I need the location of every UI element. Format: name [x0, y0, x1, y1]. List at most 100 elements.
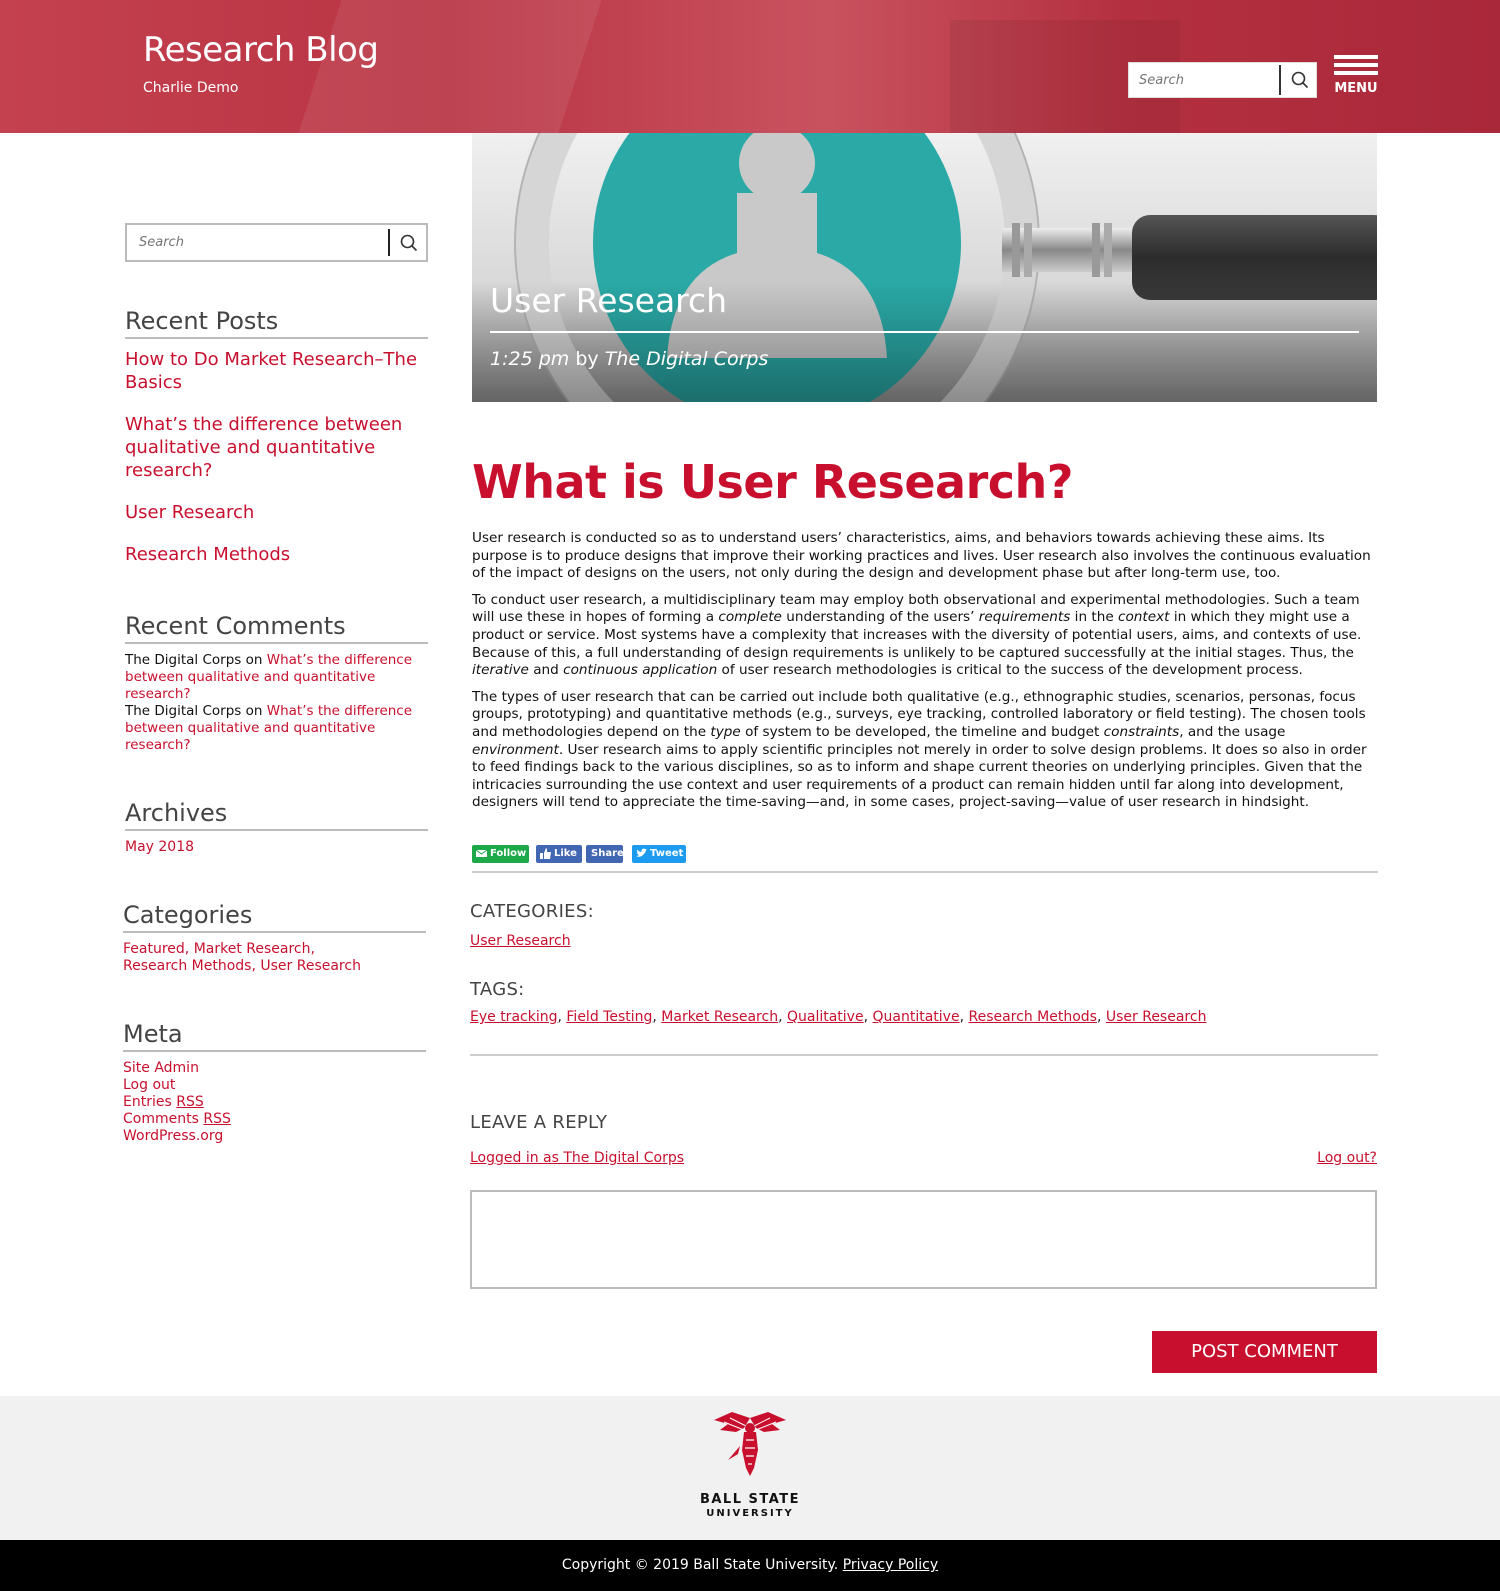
follow-button[interactable]: Follow: [472, 845, 529, 863]
site-header: Research Blog Charlie Demo MENU: [0, 0, 1500, 133]
tag-link[interactable]: Market Research: [661, 1009, 778, 1025]
hamburger-icon: [1334, 63, 1378, 67]
recent-post-link[interactable]: User Research: [125, 501, 430, 524]
archives-title: Archives: [125, 798, 428, 831]
text-run: , and the usage: [1179, 723, 1286, 740]
tag-link[interactable]: User Research: [1106, 1009, 1207, 1025]
site-title[interactable]: Research Blog: [143, 30, 379, 70]
meta-link-entries-rss[interactable]: Entries RSS: [123, 1094, 231, 1111]
emphasis: iterative: [472, 662, 529, 679]
logout-link[interactable]: Log out?: [1317, 1150, 1377, 1166]
post-comment-button[interactable]: POST COMMENT: [1152, 1331, 1377, 1373]
emphasis: environment: [472, 741, 559, 758]
category-link[interactable]: User Research: [470, 933, 571, 949]
tag-link[interactable]: Qualitative: [787, 1009, 864, 1025]
featured-hero: User Research 1:25 pm by The Digital Cor…: [472, 133, 1377, 402]
copyright-text: Copyright © 2019 Ball State University.: [561, 1557, 839, 1573]
post-tags: Eye tracking, Field Testing, Market Rese…: [470, 1009, 1207, 1025]
article-body: User research is conducted so as to unde…: [472, 530, 1377, 821]
reply-login-row: Logged in as The Digital Corps Log out?: [470, 1150, 1377, 1166]
hamburger-icon: [1334, 55, 1378, 59]
text-run: of system to be developed, the timeline …: [740, 723, 1104, 740]
tweet-button[interactable]: Tweet: [632, 845, 686, 863]
meta-link-wordpress[interactable]: WordPress.org: [123, 1128, 231, 1145]
article-paragraph: The types of user research that can be c…: [472, 689, 1377, 812]
facebook-share-button[interactable]: Share: [586, 845, 624, 863]
header-search: [1128, 62, 1317, 98]
rss-abbr: RSS: [203, 1111, 231, 1127]
text-run: in the: [1070, 609, 1119, 626]
email-icon: [476, 849, 487, 857]
meta-title: Meta: [123, 1019, 426, 1052]
site-subtitle: Charlie Demo: [143, 80, 239, 96]
categories-title: Categories: [123, 900, 426, 933]
emphasis: constraints: [1103, 723, 1180, 740]
leave-reply-title: LEAVE A REPLY: [470, 1112, 608, 1133]
header-search-input[interactable]: [1129, 63, 1279, 97]
university-name: BALL STATE: [699, 1492, 801, 1507]
meta-label: Comments: [123, 1111, 199, 1127]
sidebar-categories-line[interactable]: Research Methods, User Research: [123, 958, 361, 975]
comment-author: The Digital Corps: [125, 703, 242, 719]
recent-post-link[interactable]: How to Do Market Research–The Basics: [125, 348, 430, 394]
recent-comment-item: The Digital Corps on What’s the differen…: [125, 652, 425, 703]
text-run: . User research aims to apply scientific…: [472, 741, 1367, 811]
meta-link-site-admin[interactable]: Site Admin: [123, 1060, 231, 1077]
rss-abbr: RSS: [176, 1094, 204, 1110]
divider: [470, 1054, 1378, 1056]
archive-link[interactable]: May 2018: [125, 839, 194, 856]
hero-title[interactable]: User Research: [490, 281, 727, 320]
text-run: of user research methodologies is critic…: [717, 662, 1303, 679]
privacy-policy-link[interactable]: Privacy Policy: [843, 1557, 938, 1573]
follow-label: Follow: [490, 848, 527, 859]
tag-link[interactable]: Quantitative: [873, 1009, 960, 1025]
hamburger-icon: [1334, 71, 1378, 75]
meta-link-comments-rss[interactable]: Comments RSS: [123, 1111, 231, 1128]
sidebar-search-button[interactable]: [391, 225, 426, 260]
hero-divider: [490, 331, 1359, 333]
post-author[interactable]: The Digital Corps: [605, 348, 769, 370]
post-categories: User Research: [470, 932, 571, 950]
comment-author: The Digital Corps: [125, 652, 242, 668]
menu-button[interactable]: MENU: [1334, 55, 1378, 99]
like-label: Like: [554, 848, 577, 859]
tags-label: TAGS:: [470, 979, 525, 1000]
sidebar-search: [125, 223, 428, 262]
tag-link[interactable]: Eye tracking: [470, 1009, 557, 1025]
tag-link[interactable]: Field Testing: [566, 1009, 652, 1025]
search-divider: [388, 229, 390, 256]
menu-label: MENU: [1334, 81, 1378, 96]
categories-label: CATEGORIES:: [470, 901, 594, 922]
share-label: Share: [591, 848, 624, 859]
post-by: by: [575, 348, 599, 370]
recent-comments-title: Recent Comments: [125, 611, 428, 644]
sidebar-categories-line[interactable]: Featured, Market Research,: [123, 941, 315, 958]
sidebar-search-input[interactable]: [127, 225, 385, 260]
recent-post-link[interactable]: Research Methods: [125, 543, 430, 566]
comment-textarea[interactable]: [470, 1190, 1377, 1289]
emphasis: type: [710, 723, 741, 740]
article-paragraph: To conduct user research, a multidiscipl…: [472, 592, 1377, 680]
article-title: What is User Research?: [472, 455, 1073, 509]
meta-list: Site Admin Log out Entries RSS Comments …: [123, 1060, 231, 1145]
tag-link[interactable]: Research Methods: [968, 1009, 1096, 1025]
emphasis: complete: [718, 609, 782, 626]
search-icon: [1291, 71, 1309, 89]
text-run: and: [528, 662, 564, 679]
ball-state-cardinal-logo: [714, 1412, 786, 1476]
copyright-bar: Copyright © 2019 Ball State University. …: [0, 1540, 1500, 1591]
emphasis: continuous application: [563, 662, 718, 679]
university-sub: UNIVERSITY: [706, 1508, 794, 1519]
facebook-like-button[interactable]: Like: [536, 845, 582, 863]
recent-posts-title: Recent Posts: [125, 306, 428, 339]
emphasis: requirements: [978, 609, 1071, 626]
recent-posts-list: How to Do Market Research–The Basics Wha…: [125, 348, 430, 585]
post-time: 1:25 pm: [490, 348, 570, 370]
thumbs-up-icon: [540, 848, 551, 859]
meta-link-log-out[interactable]: Log out: [123, 1077, 231, 1094]
meta-label: Entries: [123, 1094, 172, 1110]
logged-in-link[interactable]: Logged in as The Digital Corps: [470, 1150, 684, 1166]
recent-post-link[interactable]: What’s the difference between qualitativ…: [125, 413, 430, 482]
header-search-button[interactable]: [1284, 63, 1316, 97]
article-paragraph: User research is conducted so as to unde…: [472, 530, 1371, 582]
